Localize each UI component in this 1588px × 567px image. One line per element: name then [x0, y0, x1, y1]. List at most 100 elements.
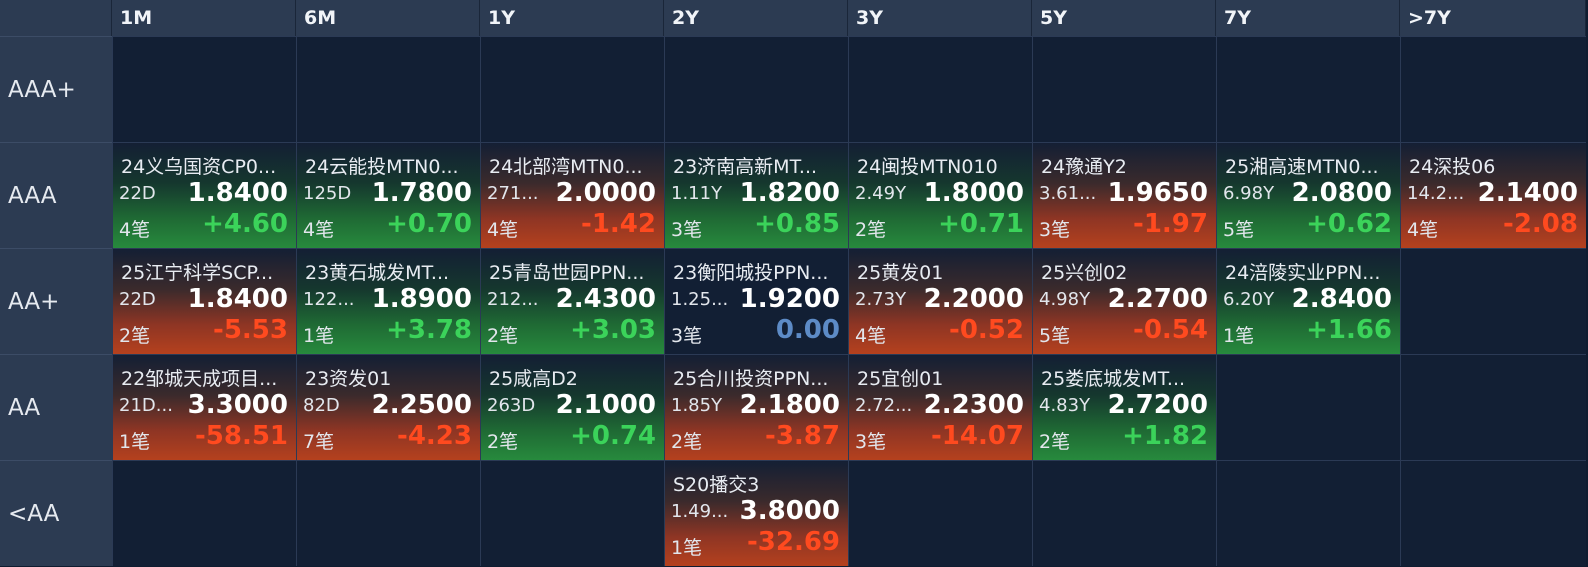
bond-yield: 3.3000: [187, 390, 288, 420]
bond-cell[interactable]: 24闽投MTN010 2.49Y 1.8000 2笔 +0.71: [848, 142, 1032, 248]
bond-cell[interactable]: 24北部湾MTN0... 271... 2.0000 4笔 -1.42: [480, 142, 664, 248]
trade-count: 3笔: [855, 431, 887, 453]
bond-term: 2.73Y: [855, 289, 907, 310]
row-label-3[interactable]: AA: [0, 354, 112, 460]
bond-name: 25娄底城发MT...: [1041, 368, 1186, 390]
yield-change: -0.54: [1133, 315, 1208, 345]
empty-cell: [1216, 460, 1400, 566]
yield-change: -58.51: [194, 421, 288, 451]
trade-count: 2笔: [487, 325, 519, 347]
empty-cell: [296, 460, 480, 566]
bond-yield: 2.0800: [1291, 178, 1392, 208]
row-label-1[interactable]: AAA: [0, 142, 112, 248]
column-header-5[interactable]: 5Y: [1032, 0, 1216, 36]
row-label-4[interactable]: <AA: [0, 460, 112, 566]
bond-name: S20播交3: [673, 474, 760, 496]
bond-yield: 1.8200: [739, 178, 840, 208]
bond-name: 22邹城天成项目...: [121, 368, 278, 390]
bond-yield: 2.1800: [739, 390, 840, 420]
bond-yield: 2.2700: [1107, 284, 1208, 314]
bond-name: 25江宁科学SCP...: [121, 262, 274, 284]
bond-yield: 1.8400: [187, 284, 288, 314]
empty-cell: [1400, 248, 1586, 354]
empty-cell: [1216, 36, 1400, 142]
bond-cell[interactable]: 25合川投资PPN... 1.85Y 2.1800 2笔 -3.87: [664, 354, 848, 460]
bond-cell[interactable]: 23济南高新MT... 1.11Y 1.8200 3笔 +0.85: [664, 142, 848, 248]
empty-cell: [1032, 36, 1216, 142]
bond-term: 21D...: [119, 395, 173, 416]
row-label-0[interactable]: AAA+: [0, 36, 112, 142]
bond-yield: 2.1000: [555, 390, 656, 420]
yield-change: +0.85: [754, 209, 840, 239]
bond-cell[interactable]: 24豫通Y2 3.61... 1.9650 3笔 -1.97: [1032, 142, 1216, 248]
trade-count: 5笔: [1223, 219, 1255, 241]
bond-cell[interactable]: 25江宁科学SCP... 22D 1.8400 2笔 -5.53: [112, 248, 296, 354]
column-header-6[interactable]: 7Y: [1216, 0, 1400, 36]
bond-yield: 1.9650: [1107, 178, 1208, 208]
bond-name: 25青岛世园PPN...: [489, 262, 645, 284]
bond-term: 82D: [303, 395, 340, 416]
bond-term: 2.49Y: [855, 183, 907, 204]
bond-cell[interactable]: 25黄发01 2.73Y 2.2000 4笔 -0.52: [848, 248, 1032, 354]
empty-cell: [112, 460, 296, 566]
bond-yield: 2.2300: [923, 390, 1024, 420]
bond-yield: 1.7800: [371, 178, 472, 208]
bond-cell[interactable]: 25宜创01 2.72... 2.2300 3笔 -14.07: [848, 354, 1032, 460]
bond-cell[interactable]: 23衡阳城投PPN... 1.25... 1.9200 3笔 0.00: [664, 248, 848, 354]
trade-count: 3笔: [1039, 219, 1071, 241]
trade-count: 4笔: [487, 219, 519, 241]
column-header-2[interactable]: 1Y: [480, 0, 664, 36]
bond-cell[interactable]: 22邹城天成项目... 21D... 3.3000 1笔 -58.51: [112, 354, 296, 460]
empty-cell: [848, 36, 1032, 142]
empty-cell: [848, 460, 1032, 566]
bond-cell[interactable]: 25青岛世园PPN... 212... 2.4300 2笔 +3.03: [480, 248, 664, 354]
bond-cell[interactable]: 24涪陵实业PPN... 6.20Y 2.8400 1笔 +1.66: [1216, 248, 1400, 354]
bond-cell[interactable]: 23黄石城发MT... 122... 1.8900 1笔 +3.78: [296, 248, 480, 354]
trade-count: 2笔: [1039, 431, 1071, 453]
trade-count: 4笔: [1407, 219, 1439, 241]
trade-count: 2笔: [855, 219, 887, 241]
column-header-3[interactable]: 2Y: [664, 0, 848, 36]
yield-change: +0.62: [1306, 209, 1392, 239]
bond-term: 1.25...: [671, 289, 729, 310]
yield-change: -1.42: [581, 209, 656, 239]
bond-name: 25湘高速MTN0...: [1225, 156, 1379, 178]
bond-name: 23资发01: [305, 368, 392, 390]
row-label-2[interactable]: AA+: [0, 248, 112, 354]
bond-cell[interactable]: 23资发01 82D 2.2500 7笔 -4.23: [296, 354, 480, 460]
bond-name: 25兴创02: [1041, 262, 1128, 284]
bond-name: 25咸高D2: [489, 368, 578, 390]
bond-term: 212...: [487, 289, 539, 310]
bond-term: 1.49...: [671, 501, 729, 522]
bond-term: 271...: [487, 183, 539, 204]
bond-term: 263D: [487, 395, 536, 416]
bond-term: 4.83Y: [1039, 395, 1091, 416]
bond-term: 4.98Y: [1039, 289, 1091, 310]
bond-term: 6.20Y: [1223, 289, 1275, 310]
column-header-0[interactable]: 1M: [112, 0, 296, 36]
trade-count: 1笔: [671, 537, 703, 559]
yield-change: -4.23: [397, 421, 472, 451]
bond-cell[interactable]: 24深投06 14.2... 2.1400 4笔 -2.08: [1400, 142, 1586, 248]
column-header-4[interactable]: 3Y: [848, 0, 1032, 36]
bond-yield: 2.0000: [555, 178, 656, 208]
bond-cell[interactable]: 24云能投MTN0... 125D 1.7800 4笔 +0.70: [296, 142, 480, 248]
bond-cell[interactable]: 25娄底城发MT... 4.83Y 2.7200 2笔 +1.82: [1032, 354, 1216, 460]
bond-term: 125D: [303, 183, 352, 204]
bond-cell[interactable]: 25湘高速MTN0... 6.98Y 2.0800 5笔 +0.62: [1216, 142, 1400, 248]
bond-cell[interactable]: 24义乌国资CP0... 22D 1.8400 4笔 +4.60: [112, 142, 296, 248]
bond-cell[interactable]: S20播交3 1.49... 3.8000 1笔 -32.69: [664, 460, 848, 566]
yield-change: +4.60: [202, 209, 288, 239]
yield-change: +3.03: [570, 315, 656, 345]
bond-cell[interactable]: 25咸高D2 263D 2.1000 2笔 +0.74: [480, 354, 664, 460]
empty-cell: [1216, 354, 1400, 460]
bond-cell[interactable]: 25兴创02 4.98Y 2.2700 5笔 -0.54: [1032, 248, 1216, 354]
bond-name: 23济南高新MT...: [673, 156, 818, 178]
column-header-7[interactable]: >7Y: [1400, 0, 1586, 36]
bond-term: 1.85Y: [671, 395, 723, 416]
trade-count: 1笔: [119, 431, 151, 453]
column-header-1[interactable]: 6M: [296, 0, 480, 36]
bond-yield: 2.8400: [1291, 284, 1392, 314]
empty-cell: [1032, 460, 1216, 566]
yield-change: -0.52: [949, 315, 1024, 345]
